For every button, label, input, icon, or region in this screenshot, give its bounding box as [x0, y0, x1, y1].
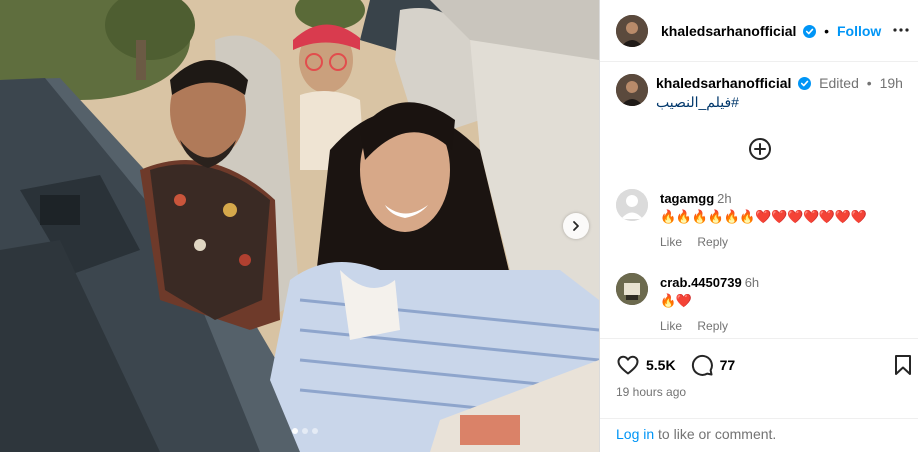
profile-photo	[616, 273, 648, 305]
verified-badge-icon	[803, 25, 817, 38]
caption-username[interactable]: khaledsarhanofficial	[656, 75, 791, 91]
more-options-icon[interactable]	[889, 22, 913, 38]
post-side-panel: khaledsarhanofficial • Follow khaledsarh…	[599, 0, 918, 452]
comment-count[interactable]: 77	[720, 357, 736, 373]
avatar[interactable]	[616, 273, 648, 305]
reply-button[interactable]: Reply	[697, 319, 728, 333]
next-photo-button[interactable]	[563, 213, 589, 239]
carousel-indicator	[292, 428, 318, 434]
comment-text: 🔥❤️	[660, 293, 692, 308]
post-timestamp: 19 hours ago	[616, 385, 687, 399]
like-comment-button[interactable]: Like	[660, 235, 682, 249]
comment-icon[interactable]	[690, 353, 714, 377]
post-photo[interactable]	[0, 0, 599, 452]
post-time: 19h	[879, 75, 903, 91]
post-header: khaledsarhanofficial • Follow	[600, 0, 918, 62]
follow-button[interactable]: Follow	[837, 23, 881, 39]
verified-badge-icon	[798, 77, 812, 90]
login-prompt: Log in to like or comment.	[600, 418, 918, 452]
comment-username[interactable]: tagamgg	[660, 191, 714, 206]
profile-photo	[616, 74, 648, 106]
separator: •	[866, 75, 872, 91]
like-comment-button[interactable]: Like	[660, 319, 682, 333]
author-username[interactable]: khaledsarhanofficial	[661, 23, 796, 39]
carousel-dot	[302, 428, 308, 434]
comment-text: 🔥🔥🔥🔥🔥🔥❤️❤️❤️❤️❤️❤️❤️	[660, 209, 867, 224]
comment-time: 6h	[744, 275, 760, 290]
carousel-dot	[292, 428, 298, 434]
login-link[interactable]: Log in	[616, 426, 654, 442]
login-prompt-text: to like or comment.	[654, 426, 777, 442]
photo-scene	[0, 0, 599, 452]
reply-button[interactable]: Reply	[697, 235, 728, 249]
like-count[interactable]: 5.5K	[646, 357, 676, 373]
profile-photo	[616, 15, 648, 47]
avatar[interactable]	[616, 74, 648, 106]
separator: •	[824, 23, 830, 39]
avatar[interactable]	[616, 189, 648, 221]
heart-icon[interactable]	[616, 353, 640, 377]
bookmark-icon[interactable]	[891, 353, 915, 377]
carousel-dot	[312, 428, 318, 434]
post-actions: 5.5K 77 19 hours ago	[600, 338, 918, 418]
add-circle-icon[interactable]	[748, 137, 772, 161]
comment-time: 2h	[717, 191, 732, 206]
post-viewer: khaledsarhanofficial • Follow khaledsarh…	[0, 0, 918, 452]
comment-username[interactable]: crab.4450739	[660, 275, 742, 290]
hashtag-link[interactable]: #فيلم_النصيب	[656, 94, 739, 111]
avatar[interactable]	[616, 15, 648, 47]
chevron-right-icon	[573, 221, 579, 231]
default-avatar-icon	[616, 189, 648, 221]
edited-label: Edited	[819, 75, 859, 91]
